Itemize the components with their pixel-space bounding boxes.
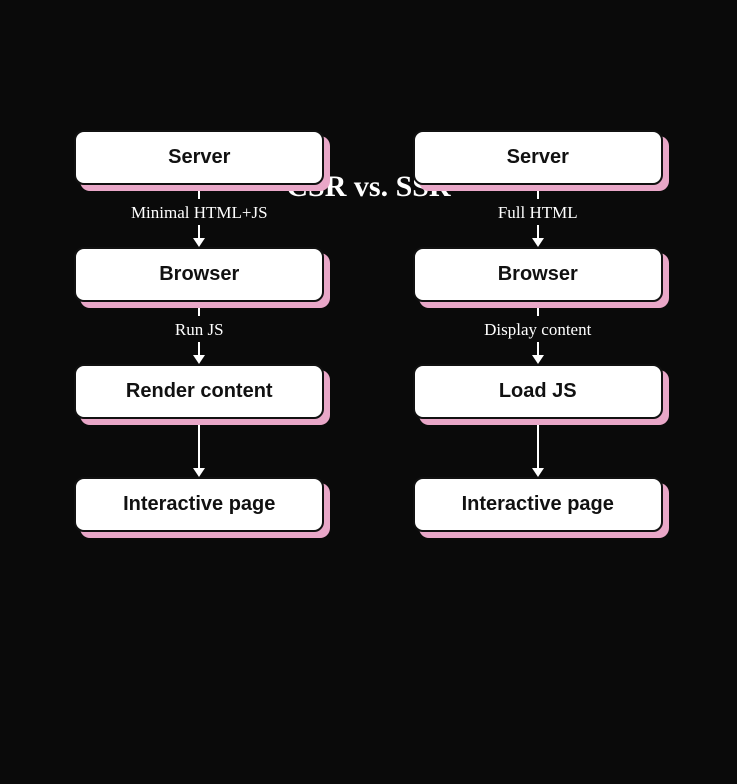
csr-arrow-3 — [193, 419, 205, 477]
ssr-arrow-2: Display content — [484, 302, 591, 364]
ssr-arrow-3 — [532, 419, 544, 477]
ssr-node-server: Server — [413, 130, 663, 185]
arrow-down-icon — [193, 355, 205, 364]
ssr-node-interactive: Interactive page — [413, 477, 663, 532]
node-label: Browser — [413, 247, 663, 302]
csr-node-interactive: Interactive page — [74, 477, 324, 532]
csr-node-server: Server — [74, 130, 324, 185]
arrow-down-icon — [532, 238, 544, 247]
arrow-down-icon — [193, 238, 205, 247]
node-label: Browser — [74, 247, 324, 302]
arrow-down-icon — [532, 468, 544, 477]
node-label: Load JS — [413, 364, 663, 419]
arrow-down-icon — [532, 355, 544, 364]
ssr-column: Server Full HTML Browser Display content… — [409, 130, 668, 532]
csr-arrow-2: Run JS — [175, 302, 224, 364]
csr-node-render: Render content — [74, 364, 324, 419]
arrow-label: Run JS — [175, 316, 224, 342]
arrow-label: Display content — [484, 316, 591, 342]
node-label: Server — [413, 130, 663, 185]
node-label: Server — [74, 130, 324, 185]
node-label: Interactive page — [413, 477, 663, 532]
node-label: Interactive page — [74, 477, 324, 532]
ssr-node-loadjs: Load JS — [413, 364, 663, 419]
node-label: Render content — [74, 364, 324, 419]
ssr-node-browser: Browser — [413, 247, 663, 302]
csr-node-browser: Browser — [74, 247, 324, 302]
arrow-down-icon — [193, 468, 205, 477]
csr-column: Server Minimal HTML+JS Browser Run JS Re… — [70, 130, 329, 532]
